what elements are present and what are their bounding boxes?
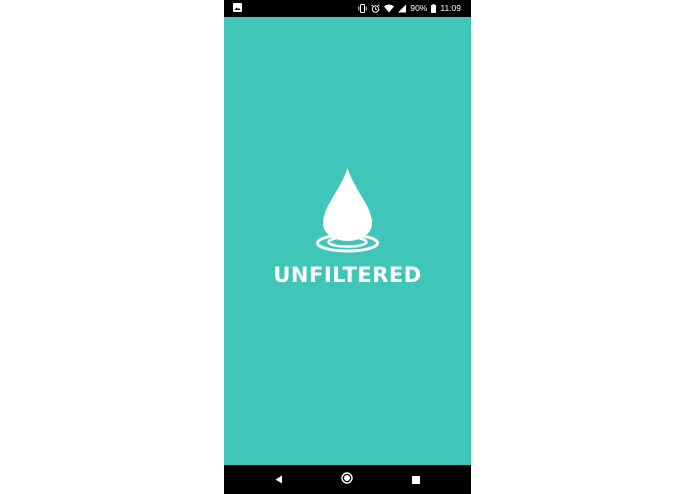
recents-icon [412,471,420,489]
home-button[interactable] [332,465,362,494]
battery-icon [431,4,437,13]
status-bar: 90% 11:09 [224,0,471,17]
phone-screen: 90% 11:09 UNFILTERED [224,0,471,494]
clock-time: 11:09 [440,3,461,13]
back-button[interactable] [264,465,294,494]
vibrate-icon [358,4,367,13]
back-icon [275,471,283,489]
home-icon [341,471,353,489]
water-drop-icon [314,167,381,257]
app-name: UNFILTERED [273,263,422,287]
wifi-icon [384,4,395,13]
navigation-bar [224,465,471,494]
recents-button[interactable] [401,465,431,494]
status-icons: 90% 11:09 [358,0,461,17]
splash-screen: UNFILTERED [224,17,471,465]
battery-percent: 90% [410,3,428,13]
alarm-icon [371,4,381,13]
signal-icon [398,4,407,13]
image-notification-icon [233,3,243,13]
